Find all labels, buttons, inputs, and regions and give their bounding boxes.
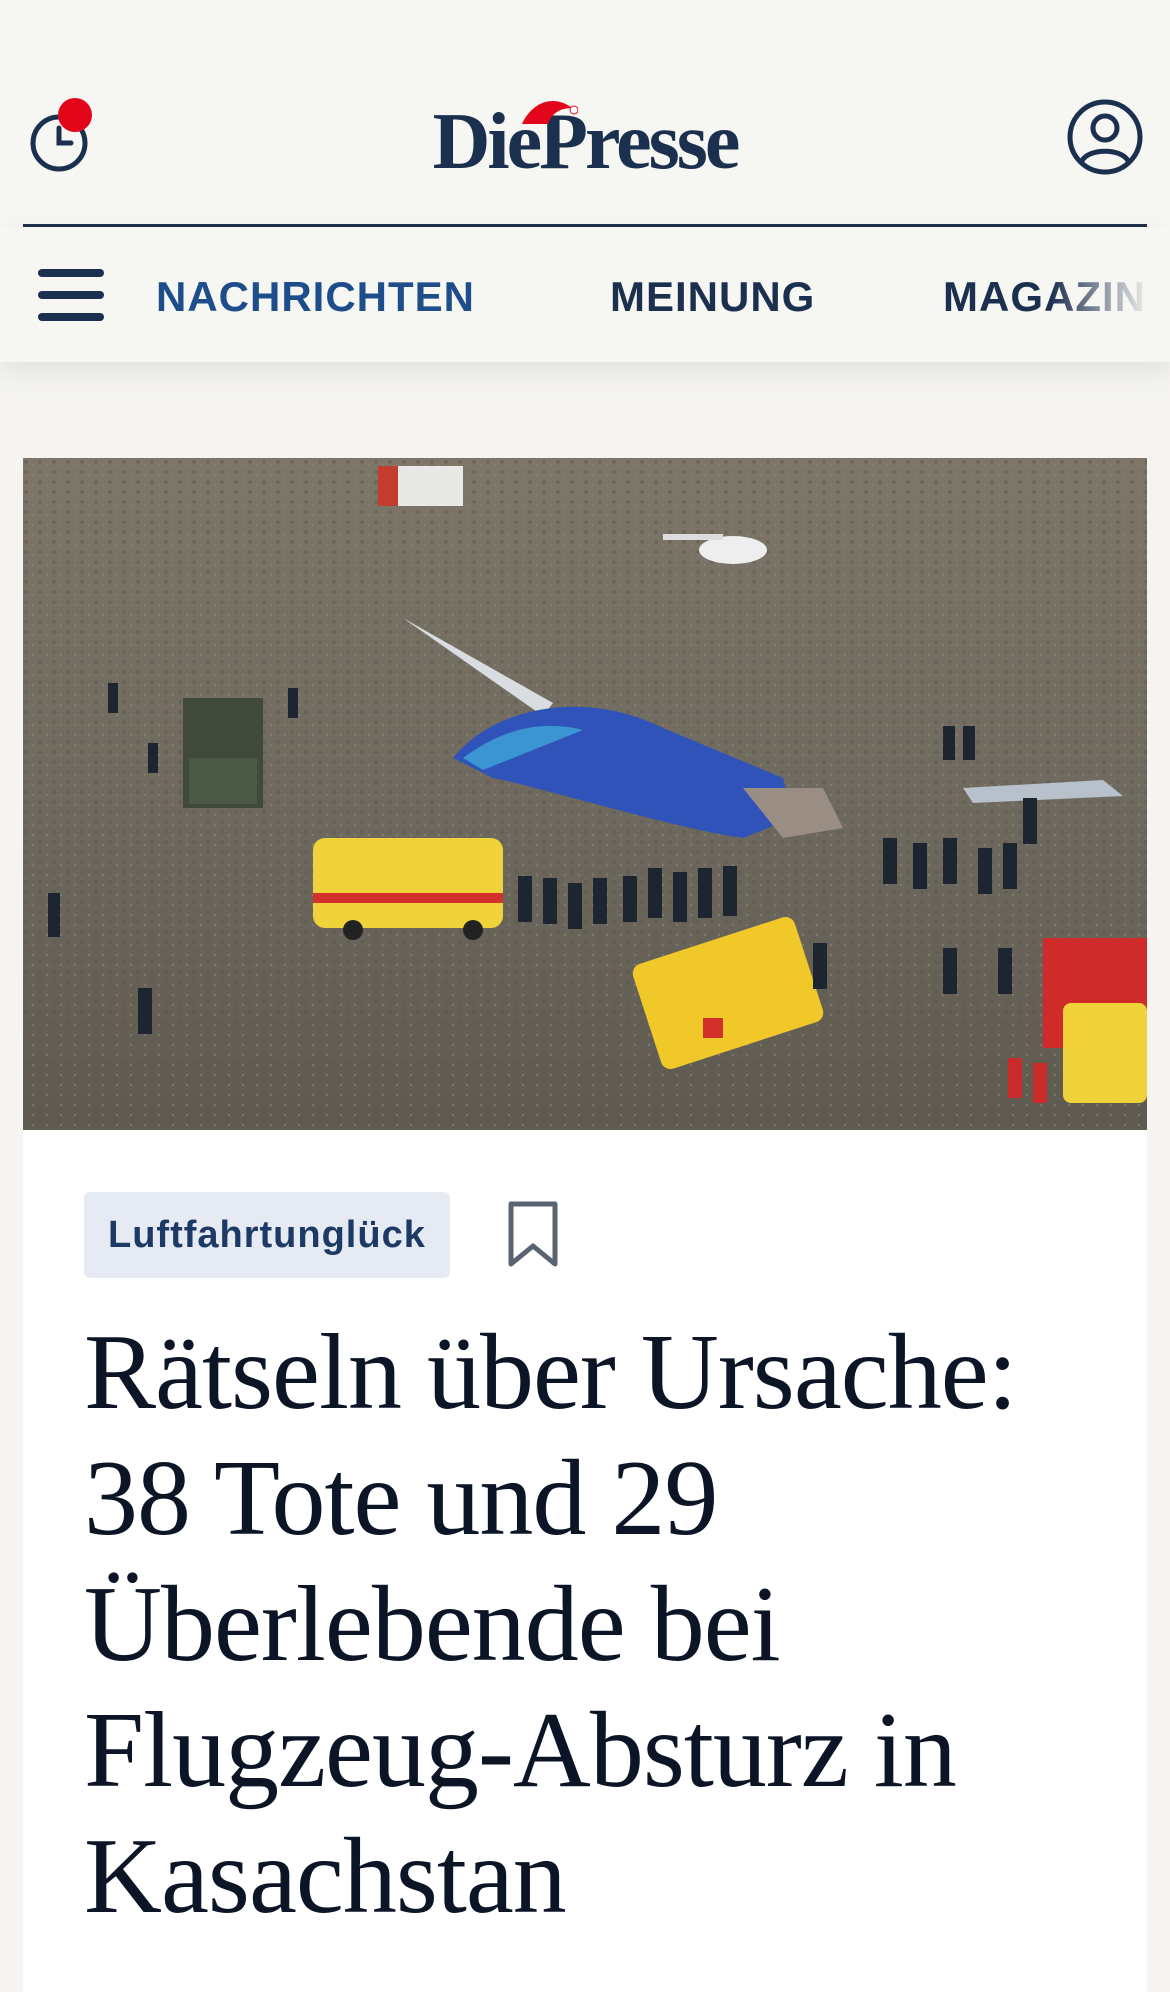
user-account-button[interactable] [1066,98,1144,176]
crash-site-photo [23,458,1147,1130]
site-logo[interactable]: DiePresse [0,92,1170,192]
nav-item-meinung[interactable]: MEINUNG [610,273,815,321]
hamburger-menu-icon[interactable] [38,269,106,323]
user-account-icon [1067,99,1143,175]
bookmark-button[interactable] [503,1200,563,1270]
section-nav: NACHRICHTEN MEINUNG MAGAZIN [0,227,1170,362]
category-tag[interactable]: Luftfahrtunglück [84,1192,450,1278]
site-header: DiePresse NACHRICHTEN MEINUNG MAGAZIN [0,0,1170,362]
santa-hat-icon [522,101,578,124]
article-headline[interactable]: Rätseln über Ursache: 38 Tote und 29 Übe… [84,1310,1124,1940]
top-bar: DiePresse [0,0,1170,225]
hero-image[interactable] [23,458,1147,1130]
bookmark-icon [508,1201,558,1267]
article-card: Luftfahrtunglück Rätseln über Ursache: 3… [23,458,1147,1992]
nav-item-nachrichten[interactable]: NACHRICHTEN [156,273,475,321]
nav-fade-overlay [1050,227,1170,362]
